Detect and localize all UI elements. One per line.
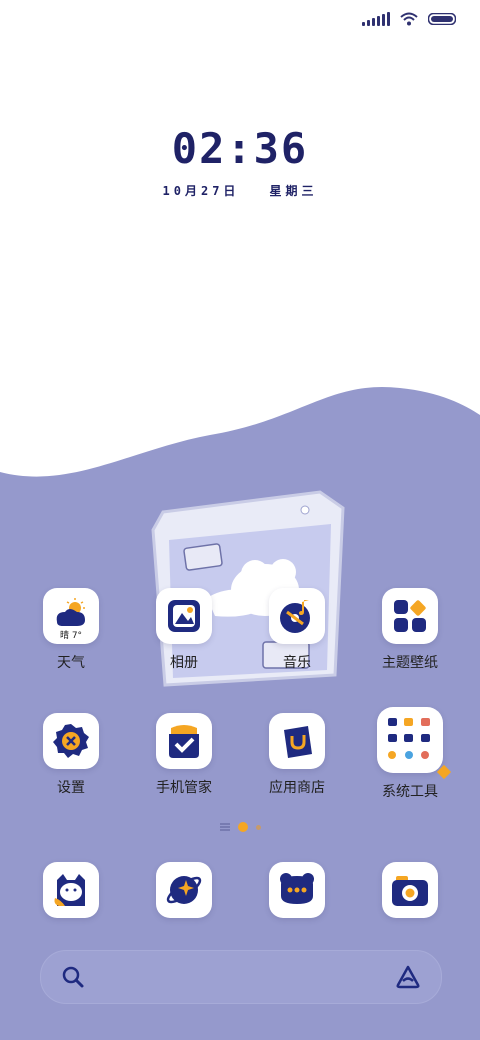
security-icon bbox=[156, 713, 212, 769]
search-icon[interactable] bbox=[61, 965, 85, 989]
app-themes[interactable]: 主题壁纸 bbox=[360, 588, 460, 672]
signal-icon bbox=[362, 12, 390, 26]
page-indicator[interactable] bbox=[0, 822, 480, 832]
app-weather[interactable]: 晴 7° 天气 bbox=[21, 588, 121, 672]
planet-icon bbox=[156, 862, 212, 918]
app-store[interactable]: 应用商店 bbox=[247, 713, 347, 797]
page-list-icon bbox=[219, 823, 230, 831]
folder-icon bbox=[377, 707, 452, 780]
app-label: 相册 bbox=[170, 655, 198, 671]
dock-app-cat[interactable] bbox=[21, 862, 121, 918]
app-label: 手机管家 bbox=[156, 780, 212, 796]
page-dot bbox=[255, 824, 261, 830]
weekday-label: 星期三 bbox=[269, 184, 318, 198]
dock-app-camera[interactable] bbox=[360, 862, 460, 918]
weather-icon: 晴 7° bbox=[43, 588, 99, 644]
wifi-icon bbox=[400, 12, 418, 26]
app-label: 主题壁纸 bbox=[382, 655, 438, 671]
search-bar[interactable] bbox=[40, 950, 442, 1004]
app-security[interactable]: 手机管家 bbox=[134, 713, 234, 797]
app-settings[interactable]: 设置 bbox=[21, 713, 121, 797]
weather-temp: 晴 7° bbox=[59, 631, 83, 641]
settings-icon bbox=[43, 713, 99, 769]
app-label: 系统工具 bbox=[382, 784, 438, 800]
app-label: 音乐 bbox=[283, 655, 311, 671]
music-icon bbox=[269, 588, 325, 644]
status-bar bbox=[0, 0, 480, 40]
page-dot-active bbox=[237, 822, 248, 832]
app-label: 天气 bbox=[57, 655, 85, 671]
date-row: 10月27日 星期三 bbox=[0, 182, 480, 199]
app-label: 设置 bbox=[57, 780, 85, 796]
folder-sparkle-icon bbox=[436, 764, 452, 780]
cat-icon bbox=[43, 862, 99, 918]
themes-icon bbox=[382, 588, 438, 644]
app-store-icon bbox=[269, 713, 325, 769]
dock-app-planet[interactable] bbox=[134, 862, 234, 918]
clock-time[interactable]: 02:36 bbox=[0, 124, 480, 173]
app-system-tools[interactable]: 系统工具 bbox=[360, 707, 460, 801]
assistant-icon[interactable] bbox=[395, 964, 421, 990]
dock-app-chat[interactable] bbox=[247, 862, 347, 918]
app-gallery[interactable]: 相册 bbox=[134, 588, 234, 672]
battery-icon bbox=[428, 13, 456, 25]
app-music[interactable]: 音乐 bbox=[247, 588, 347, 672]
gallery-icon bbox=[156, 588, 212, 644]
camera-icon bbox=[382, 862, 438, 918]
status-icons bbox=[362, 12, 456, 26]
chat-icon bbox=[269, 862, 325, 918]
app-label: 应用商店 bbox=[269, 780, 325, 796]
date-label: 10月27日 bbox=[162, 184, 240, 198]
